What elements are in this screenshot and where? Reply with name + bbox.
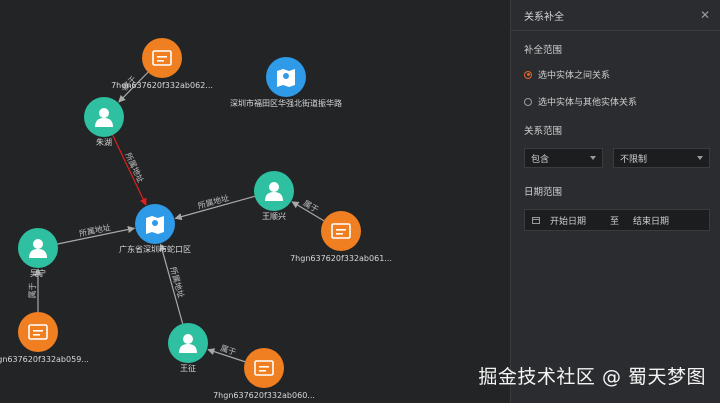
- node-label: 7hgn637620f332ab059...: [0, 355, 89, 364]
- graph-node-company[interactable]: [18, 312, 58, 352]
- graph-node-company[interactable]: [142, 38, 182, 78]
- map-location-icon: [146, 216, 164, 234]
- relation-limit-select[interactable]: 不限制: [613, 148, 710, 168]
- node-circle[interactable]: [244, 348, 284, 388]
- graph-node-person[interactable]: [168, 323, 208, 363]
- radio-unchecked-icon[interactable]: [524, 97, 532, 106]
- graph-node-person[interactable]: [84, 97, 124, 137]
- node-label: 7hgn637620f332ab061...: [290, 254, 392, 263]
- scope-section-title: 补全范围: [524, 45, 563, 56]
- panel-title: 关系补全: [524, 11, 564, 23]
- graph-node-company[interactable]: [244, 348, 284, 388]
- end-date-input[interactable]: 结束日期: [633, 214, 669, 227]
- panel-header: 关系补全 ✕: [511, 0, 720, 31]
- select-value: 不限制: [620, 154, 648, 165]
- edge-label: 属于: [302, 199, 320, 215]
- graph-node-person[interactable]: [18, 228, 58, 268]
- date-section-title: 日期范围: [524, 187, 563, 198]
- node-circle[interactable]: [321, 211, 361, 251]
- graph-node-person[interactable]: [254, 171, 294, 211]
- edge-label: 属于: [28, 283, 37, 299]
- map-location-icon: [277, 69, 295, 87]
- relation-section-title: 关系范围: [524, 126, 563, 137]
- relation-include-select[interactable]: 包含: [524, 148, 603, 168]
- select-value: 包含: [531, 154, 550, 165]
- date-separator: 至: [610, 216, 620, 227]
- node-label: 7hgn637620f332ab062...: [111, 81, 213, 90]
- close-icon[interactable]: ✕: [700, 9, 710, 21]
- graph-node-company[interactable]: [321, 211, 361, 251]
- radio-checked-icon[interactable]: [524, 70, 532, 79]
- node-label: 深圳市福田区华强北街道振华路: [230, 98, 342, 108]
- relation-complete-panel: 关系补全 ✕ 补全范围 选中实体之间关系 选中实体与其他实体关系 关系范围 包含…: [510, 0, 720, 403]
- edge-label: 所属地址: [123, 151, 146, 184]
- node-circle[interactable]: [142, 38, 182, 78]
- radio-between-selected[interactable]: 选中实体之间关系: [524, 68, 610, 81]
- calendar-icon: [532, 216, 540, 224]
- node-label: 朱湖: [96, 137, 112, 147]
- graph-node-address[interactable]: [266, 57, 306, 97]
- chevron-down-icon: [590, 156, 596, 160]
- start-date-input[interactable]: 开始日期: [550, 214, 602, 227]
- node-label: 广东省深圳市蛇口区: [119, 244, 191, 254]
- node-label: 7hgn637620f332ab060...: [213, 391, 315, 400]
- radio-label: 选中实体之间关系: [538, 71, 611, 81]
- node-label: 吴宁: [30, 268, 46, 278]
- node-label: 王征: [180, 363, 196, 373]
- knowledge-graph-canvas[interactable]: 属于所属地址所属地址 属于所属地址属于 所属地址属于 朱湖7hgn637620f33…: [0, 0, 510, 403]
- radio-with-others[interactable]: 选中实体与其他实体关系: [524, 95, 637, 108]
- watermark: 掘金技术社区 @ 蜀天梦图: [478, 366, 706, 388]
- node-label: 王顺兴: [262, 212, 286, 221]
- date-range-picker[interactable]: 开始日期 至 结束日期: [524, 209, 710, 231]
- node-circle[interactable]: [18, 312, 58, 352]
- radio-label: 选中实体与其他实体关系: [538, 98, 638, 108]
- chevron-down-icon: [697, 156, 703, 160]
- edge-label: 属于: [219, 344, 237, 358]
- graph-node-address[interactable]: [135, 204, 175, 244]
